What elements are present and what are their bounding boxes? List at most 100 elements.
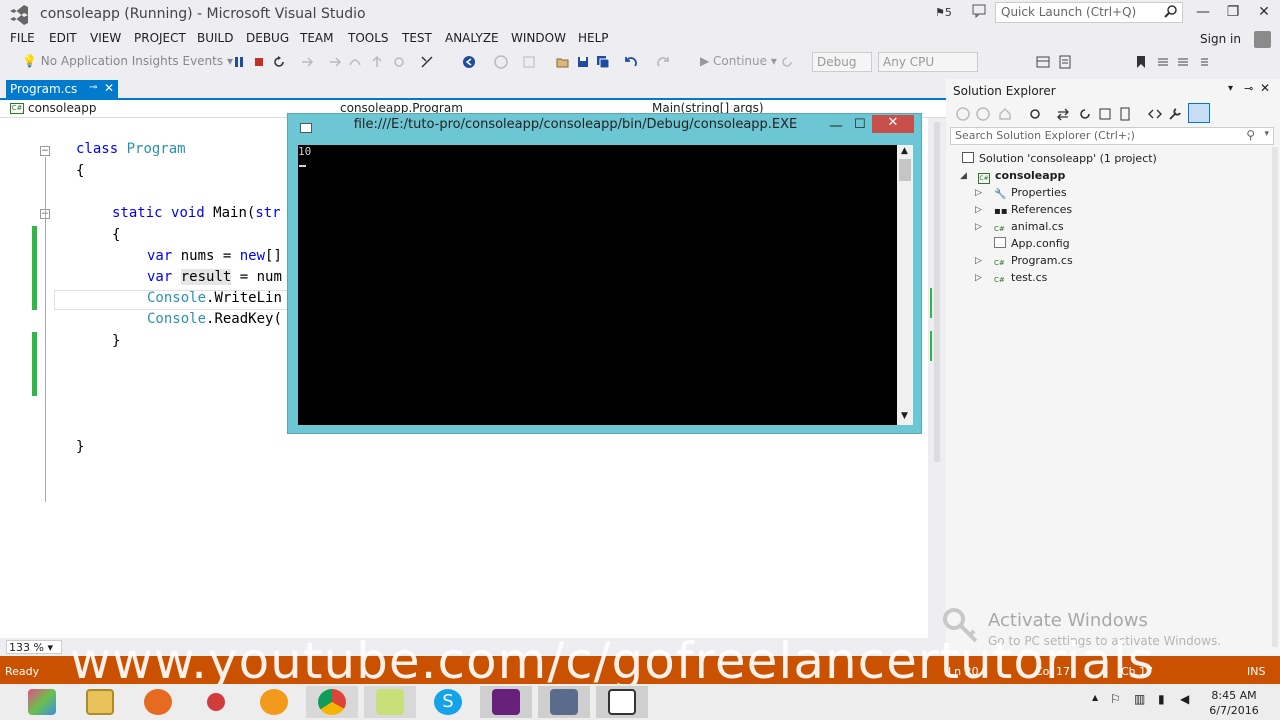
new-project-icon[interactable] [522, 55, 536, 69]
collapse-class-toggle[interactable]: − [40, 146, 50, 156]
collapsed-arrow-icon[interactable]: ▷ [975, 222, 982, 232]
tree-item-properties[interactable]: 🔧 Properties [994, 186, 1067, 200]
menu-build[interactable]: BUILD [197, 31, 233, 45]
refresh-icon[interactable] [1078, 107, 1092, 121]
pending-changes-icon[interactable] [1056, 107, 1070, 121]
save-icon[interactable] [576, 55, 590, 69]
quick-launch-input[interactable]: Quick Launch (Ctrl+Q) [995, 2, 1183, 23]
network-icon[interactable]: ▥ [1134, 692, 1145, 706]
threads-icon[interactable] [420, 55, 434, 69]
notes-icon[interactable] [364, 686, 416, 718]
menu-help[interactable]: HELP [578, 31, 609, 45]
account-avatar[interactable] [1254, 31, 1271, 48]
save-all-icon[interactable] [596, 55, 610, 69]
collapse-all-icon[interactable] [1098, 107, 1112, 121]
view-code-icon[interactable] [1148, 107, 1162, 121]
solution-search-input[interactable]: Search Solution Explorer (Ctrl+;) ⚲ ▾ [950, 127, 1274, 145]
platform-select[interactable]: Any CPU [878, 52, 978, 72]
screen-recorder-icon[interactable] [538, 686, 590, 718]
console-minimize-button[interactable]: — [829, 118, 843, 134]
tree-project[interactable]: C# consoleapp [978, 169, 1065, 184]
insights-button[interactable]: 💡 No Application Insights Events ▾ [22, 54, 233, 68]
console-screen[interactable]: 10 [298, 145, 897, 425]
stop-icon[interactable] [252, 55, 266, 69]
layout-icon[interactable] [1036, 55, 1050, 69]
forward-icon[interactable] [976, 107, 990, 121]
scroll-thumb[interactable] [934, 122, 940, 462]
step-into-icon[interactable] [328, 55, 342, 69]
back-icon[interactable] [956, 107, 970, 121]
restart-icon[interactable] [272, 55, 286, 69]
system-clock[interactable]: 8:45 AM 6/7/2016 [1208, 688, 1260, 718]
hex-display-icon[interactable] [392, 55, 406, 69]
tree-item-test-cs[interactable]: C# test.cs [994, 271, 1047, 286]
show-hidden-icons-icon[interactable]: ▲ [1092, 693, 1098, 702]
project-dropdown[interactable]: C# consoleapp [8, 101, 316, 117]
navigate-back-icon[interactable] [462, 55, 476, 69]
sign-in-link[interactable]: Sign in [1200, 32, 1241, 46]
collapsed-arrow-icon[interactable]: ▷ [975, 256, 982, 266]
snipping-tool-icon[interactable] [190, 686, 242, 718]
show-all-files-icon[interactable] [1118, 107, 1132, 121]
paint-app-icon[interactable] [16, 686, 68, 718]
minimize-button[interactable]: — [1193, 4, 1213, 20]
menu-file[interactable]: FILE [10, 31, 35, 45]
menu-edit[interactable]: EDIT [49, 31, 77, 45]
visual-studio-icon[interactable] [480, 686, 532, 718]
tree-item-animal-cs[interactable]: C# animal.cs [994, 220, 1064, 235]
close-panel-icon[interactable]: ✕ [1260, 81, 1270, 95]
file-explorer-icon[interactable] [74, 686, 126, 718]
tree-item-references[interactable]: ▪▪ References [994, 203, 1072, 218]
bookmark-icon[interactable] [1134, 55, 1148, 69]
pause-icon[interactable] [232, 55, 246, 69]
scroll-down-arrow-icon[interactable]: ▼ [901, 411, 908, 421]
console-maximize-button[interactable]: ☐ [854, 117, 866, 132]
zoom-select[interactable]: 133 % ▾ [6, 640, 62, 654]
action-center-icon[interactable]: ⚐ [1110, 692, 1121, 706]
media-player-icon[interactable] [248, 686, 300, 718]
scroll-up-arrow-icon[interactable]: ▲ [901, 146, 908, 156]
configuration-select[interactable]: Debug [812, 52, 872, 72]
firefox-icon[interactable] [132, 686, 184, 718]
tree-solution[interactable]: Solution 'consoleapp' (1 project) [962, 152, 1157, 165]
chrome-icon[interactable] [306, 686, 358, 718]
show-next-statement-icon[interactable] [300, 55, 314, 69]
pin-panel-icon[interactable]: ⊸ [1244, 82, 1253, 95]
home-icon[interactable] [998, 107, 1012, 121]
open-file-icon[interactable] [556, 55, 570, 69]
console-window[interactable]: file:///E:/tuto-pro/consoleapp/consoleap… [287, 113, 922, 434]
menu-view[interactable]: VIEW [90, 31, 121, 45]
sync-icon[interactable] [1028, 107, 1042, 121]
collapsed-arrow-icon[interactable]: ▷ [975, 273, 982, 283]
feedback-icon[interactable] [972, 4, 986, 18]
expanded-arrow-icon[interactable]: ◢ [960, 171, 967, 181]
skype-icon[interactable]: S [422, 686, 474, 718]
menu-window[interactable]: WINDOW [511, 31, 566, 45]
menu-team[interactable]: TEAM [300, 31, 333, 45]
solution-explorer-scrollbar[interactable] [1272, 147, 1278, 647]
uncomment-icon[interactable] [1176, 55, 1190, 69]
refresh-icon[interactable] [780, 55, 794, 69]
close-tab-icon[interactable]: ✕ [104, 81, 114, 95]
menu-debug[interactable]: DEBUG [246, 31, 289, 45]
menu-test[interactable]: TEST [402, 31, 432, 45]
editor-vertical-scrollbar[interactable] [928, 118, 946, 638]
indent-icon[interactable] [1196, 55, 1210, 69]
undo-icon[interactable] [624, 55, 638, 69]
navigate-forward-icon[interactable] [494, 55, 508, 69]
tree-item-program-cs[interactable]: C# Program.cs [994, 254, 1073, 269]
preview-selected-button[interactable] [1188, 103, 1210, 123]
collapsed-arrow-icon[interactable]: ▷ [975, 188, 982, 198]
volume-icon[interactable]: ◀ [1180, 692, 1189, 706]
continue-button[interactable]: ▶ Continue ▾ [700, 54, 777, 68]
tree-item-app-config[interactable]: App.config [994, 237, 1070, 250]
close-window-button[interactable]: ✕ [1254, 4, 1274, 20]
properties-wrench-icon[interactable] [1168, 107, 1182, 121]
step-over-icon[interactable] [348, 55, 362, 69]
console-close-button[interactable]: ✕ [872, 115, 914, 133]
tab-program-cs[interactable]: Program.cs ⊸ ✕ [6, 80, 118, 99]
redo-icon[interactable] [656, 55, 670, 69]
menu-analyze[interactable]: ANALYZE [445, 31, 499, 45]
battery-icon[interactable]: ▮ [1158, 692, 1165, 706]
console-taskbar-icon[interactable] [596, 686, 648, 718]
